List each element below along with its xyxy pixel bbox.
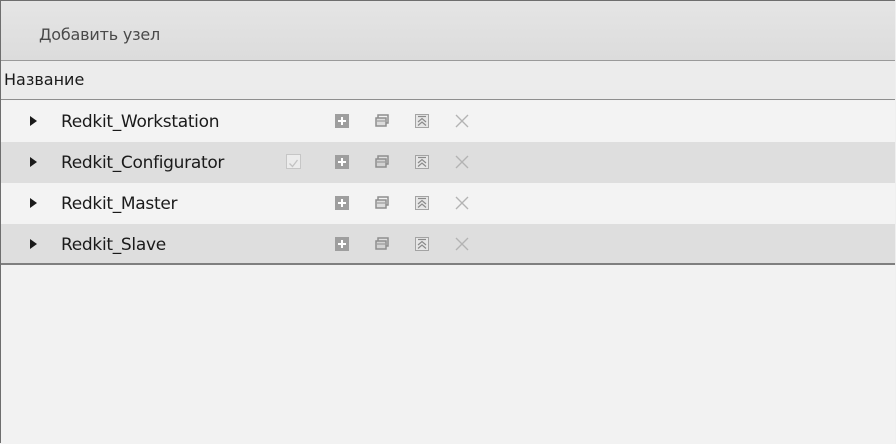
plus-square-icon[interactable] [334,236,350,252]
node-list: Redkit_Workstation Redkit_Configurator R… [1,101,895,265]
node-name: Redkit_Workstation [61,112,220,132]
node-name: Redkit_Slave [61,235,166,255]
copy-window-icon[interactable] [374,195,390,211]
close-x-icon[interactable] [454,154,470,170]
table-row[interactable]: Redkit_Configurator [1,142,895,183]
expand-arrow-icon[interactable] [30,157,37,167]
move-up-icon[interactable] [414,113,430,129]
expand-arrow-icon[interactable] [30,116,37,126]
table-row[interactable]: Redkit_Workstation [1,101,895,142]
copy-window-icon[interactable] [374,113,390,129]
expand-arrow-icon[interactable] [30,239,37,249]
node-editor-panel: Добавить узел Название Redkit_Workstatio… [0,0,895,444]
checkmark-icon [289,159,299,168]
toolbar: Добавить узел [1,1,895,61]
move-up-icon[interactable] [414,195,430,211]
plus-square-icon[interactable] [334,154,350,170]
node-checkbox[interactable] [286,154,301,169]
plus-square-icon[interactable] [334,195,350,211]
expand-arrow-icon[interactable] [30,198,37,208]
empty-area [1,265,895,444]
close-x-icon[interactable] [454,113,470,129]
close-x-icon[interactable] [454,236,470,252]
table-row[interactable]: Redkit_Master [1,183,895,224]
node-name: Redkit_Master [61,194,178,214]
copy-window-icon[interactable] [374,154,390,170]
copy-window-icon[interactable] [374,236,390,252]
add-node-button[interactable]: Добавить узел [39,25,160,44]
table-row[interactable]: Redkit_Slave [1,224,895,265]
move-up-icon[interactable] [414,154,430,170]
plus-square-icon[interactable] [334,113,350,129]
node-name: Redkit_Configurator [61,153,225,173]
close-x-icon[interactable] [454,195,470,211]
table-header: Название [1,61,895,100]
column-header-name[interactable]: Название [4,70,84,89]
move-up-icon[interactable] [414,236,430,252]
